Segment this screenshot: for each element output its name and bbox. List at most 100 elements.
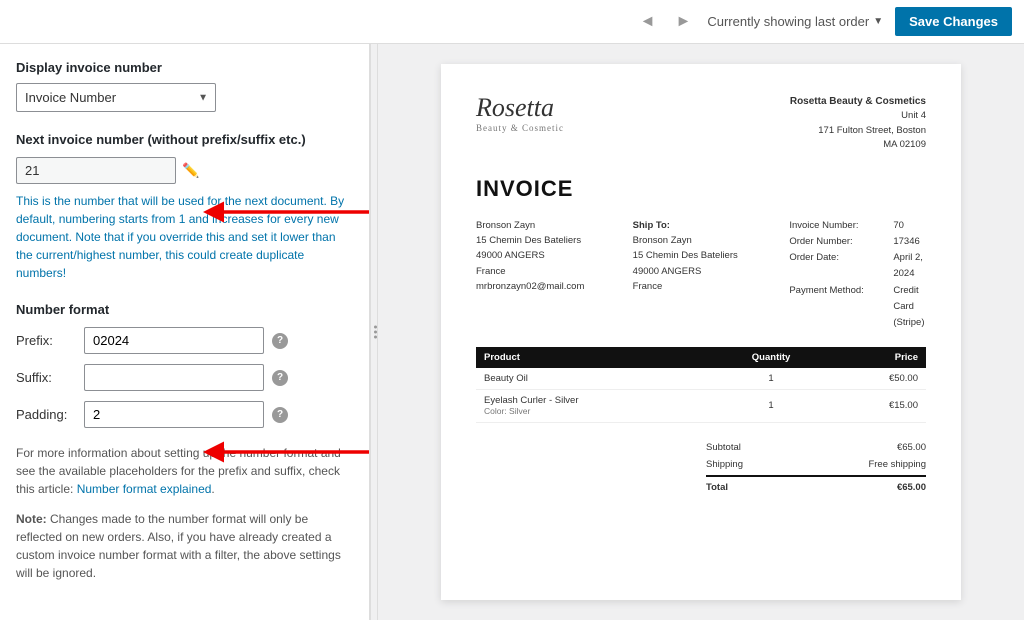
company-logo: Rosetta Beauty & Cosmetic bbox=[476, 94, 564, 152]
meta-date-val: April 2, 2024 bbox=[893, 250, 926, 282]
nav-back-button[interactable]: ◄ bbox=[636, 11, 660, 33]
invoice-title: INVOICE bbox=[476, 176, 926, 202]
billing-address: Bronson Zayn 15 Chemin Des Bateliers 490… bbox=[476, 218, 613, 331]
meta-invoice-row: Invoice Number: 70 bbox=[789, 218, 926, 234]
logo-name: Rosetta bbox=[476, 94, 564, 123]
right-panel: Rosetta Beauty & Cosmetic Rosetta Beauty… bbox=[378, 44, 1024, 620]
bill-addr1: 15 Chemin Des Bateliers bbox=[476, 233, 613, 248]
ship-label: Ship To: bbox=[633, 218, 770, 233]
nav-forward-button[interactable]: ► bbox=[672, 11, 696, 33]
table-row: Beauty Oil 1 €50.00 bbox=[476, 368, 926, 390]
next-invoice-section: Next invoice number (without prefix/suff… bbox=[16, 132, 353, 282]
item-qty-2: 1 bbox=[713, 389, 830, 422]
table-row: Eyelash Curler - SilverColor: Silver 1 €… bbox=[476, 389, 926, 422]
meta-order-row: Order Number: 17346 bbox=[789, 234, 926, 250]
company-name: Rosetta Beauty & Cosmetics bbox=[790, 96, 926, 107]
col-quantity: Quantity bbox=[713, 347, 830, 368]
shipping-label: Shipping bbox=[706, 459, 743, 470]
ship-name: Bronson Zayn bbox=[633, 233, 770, 248]
suffix-help-icon[interactable]: ? bbox=[272, 370, 288, 386]
total-row: Total €65.00 bbox=[706, 475, 926, 496]
company-addr2: 171 Fulton Street, Boston bbox=[818, 125, 926, 136]
item-qty-1: 1 bbox=[713, 368, 830, 390]
subtotal-label: Subtotal bbox=[706, 442, 741, 453]
bill-name: Bronson Zayn bbox=[476, 218, 613, 233]
total-val: €65.00 bbox=[897, 482, 926, 493]
save-changes-button[interactable]: Save Changes bbox=[895, 7, 1012, 36]
display-invoice-select[interactable]: Invoice NumberOrder NumberSequential bbox=[16, 83, 216, 112]
showing-caret-icon: ▼ bbox=[873, 16, 883, 27]
main-layout: Display invoice number Invoice NumberOrd… bbox=[0, 44, 1024, 620]
note-text: Note: Changes made to the number format … bbox=[16, 510, 353, 582]
shipping-val: Free shipping bbox=[868, 459, 926, 470]
company-addr1: Unit 4 bbox=[901, 110, 926, 121]
padding-input[interactable] bbox=[84, 401, 264, 428]
next-invoice-input[interactable] bbox=[16, 157, 176, 184]
note-body: Changes made to the number format will o… bbox=[16, 512, 341, 580]
col-product: Product bbox=[476, 347, 713, 368]
meta-payment-val: Credit Card (Stripe) bbox=[893, 283, 926, 331]
invoice-meta: Invoice Number: 70 Order Number: 17346 O… bbox=[789, 218, 926, 331]
ship-addr3: France bbox=[633, 279, 770, 294]
subtotal-val: €65.00 bbox=[897, 442, 926, 453]
display-invoice-select-wrapper: Invoice NumberOrder NumberSequential bbox=[16, 83, 216, 112]
next-invoice-input-row: ✏️ bbox=[16, 157, 353, 184]
number-format-link[interactable]: Number format explained bbox=[77, 482, 212, 496]
showing-label-text: Currently showing last order bbox=[707, 14, 869, 29]
meta-invoice-val: 70 bbox=[893, 218, 904, 234]
logo-tagline: Beauty & Cosmetic bbox=[476, 123, 564, 133]
company-addr3: MA 02109 bbox=[883, 139, 926, 150]
subtotal-row: Subtotal €65.00 bbox=[706, 439, 926, 456]
total-label: Total bbox=[706, 482, 728, 493]
invoice-preview: Rosetta Beauty & Cosmetic Rosetta Beauty… bbox=[441, 64, 961, 600]
meta-payment-row: Payment Method: Credit Card (Stripe) bbox=[789, 283, 926, 331]
bill-addr2: 49000 ANGERS bbox=[476, 248, 613, 263]
invoice-header: Rosetta Beauty & Cosmetic Rosetta Beauty… bbox=[476, 94, 926, 152]
prefix-label: Prefix: bbox=[16, 333, 76, 348]
meta-date-label: Order Date: bbox=[789, 250, 889, 282]
item-sub-2: Color: Silver bbox=[484, 406, 530, 416]
padding-help-icon[interactable]: ? bbox=[272, 407, 288, 423]
prefix-help-icon[interactable]: ? bbox=[272, 333, 288, 349]
col-price: Price bbox=[829, 347, 926, 368]
item-name-1: Beauty Oil bbox=[476, 368, 713, 390]
item-price-1: €50.00 bbox=[829, 368, 926, 390]
item-name-2: Eyelash Curler - SilverColor: Silver bbox=[476, 389, 713, 422]
edit-icon[interactable]: ✏️ bbox=[182, 162, 199, 179]
next-invoice-title: Next invoice number (without prefix/suff… bbox=[16, 132, 353, 147]
suffix-label: Suffix: bbox=[16, 370, 76, 385]
panel-divider bbox=[370, 44, 378, 620]
meta-payment-label: Payment Method: bbox=[789, 283, 889, 331]
display-invoice-label: Display invoice number bbox=[16, 60, 353, 75]
meta-date-row: Order Date: April 2, 2024 bbox=[789, 250, 926, 282]
invoice-totals: Subtotal €65.00 Shipping Free shipping T… bbox=[476, 439, 926, 496]
top-bar: ◄ ► Currently showing last order ▼ Save … bbox=[0, 0, 1024, 44]
meta-order-val: 17346 bbox=[893, 234, 919, 250]
format-info-text: For more information about setting up th… bbox=[16, 444, 353, 498]
prefix-row: Prefix: ? bbox=[16, 327, 353, 354]
shipping-row: Shipping Free shipping bbox=[706, 456, 926, 473]
ship-addr2: 49000 ANGERS bbox=[633, 264, 770, 279]
company-info: Rosetta Beauty & Cosmetics Unit 4 171 Fu… bbox=[790, 94, 926, 152]
number-format-section: Number format Prefix: ? Suffix: ? Paddin… bbox=[16, 302, 353, 428]
shipping-address: Ship To: Bronson Zayn 15 Chemin Des Bate… bbox=[633, 218, 770, 331]
invoice-items-table: Product Quantity Price Beauty Oil 1 €50.… bbox=[476, 347, 926, 423]
prefix-input[interactable] bbox=[84, 327, 264, 354]
next-invoice-help-text: This is the number that will be used for… bbox=[16, 192, 353, 282]
padding-row: Padding: ? bbox=[16, 401, 353, 428]
suffix-input[interactable] bbox=[84, 364, 264, 391]
ship-addr1: 15 Chemin Des Bateliers bbox=[633, 248, 770, 263]
number-format-title: Number format bbox=[16, 302, 353, 317]
invoice-addresses: Bronson Zayn 15 Chemin Des Bateliers 490… bbox=[476, 218, 926, 331]
totals-table: Subtotal €65.00 Shipping Free shipping T… bbox=[706, 439, 926, 496]
divider-handle bbox=[371, 326, 379, 339]
meta-order-label: Order Number: bbox=[789, 234, 889, 250]
item-price-2: €15.00 bbox=[829, 389, 926, 422]
bill-addr3: France bbox=[476, 264, 613, 279]
bill-email: mrbronzayn02@mail.com bbox=[476, 279, 613, 294]
padding-label: Padding: bbox=[16, 407, 76, 422]
suffix-row: Suffix: ? bbox=[16, 364, 353, 391]
showing-label: Currently showing last order ▼ bbox=[707, 14, 883, 29]
left-panel: Display invoice number Invoice NumberOrd… bbox=[0, 44, 370, 620]
meta-invoice-label: Invoice Number: bbox=[789, 218, 889, 234]
